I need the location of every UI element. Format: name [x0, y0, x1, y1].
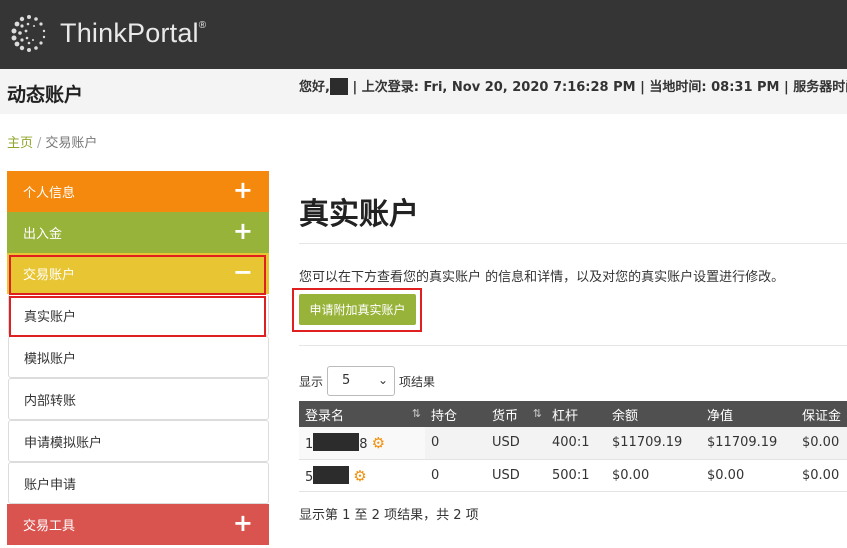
margin-cell: $0.00 [796, 459, 847, 492]
page-heading: 动态账户 [7, 84, 84, 106]
results-label: 项结果 [399, 374, 436, 389]
balance-cell: $0.00 [606, 459, 701, 492]
breadcrumb-home-link[interactable]: 主页 [7, 136, 33, 151]
brand-logo-icon [11, 15, 46, 52]
column-header-positions[interactable]: 持仓 [425, 401, 486, 427]
last-login-label: | 上次登录: [352, 80, 419, 95]
leverage-cell: 400:1 [546, 427, 606, 460]
brand-name: ThinkPortal® [60, 17, 207, 48]
sidebar-nav: 个人信息 + 出入金 + 交易账户 − 真实账户 模拟账户 内部转账 申请模拟账… [7, 171, 269, 545]
currency-cell: USD [486, 459, 546, 492]
accounts-table: 登录名 ⇅ 持仓 货币 ⇅ 杠杆 余额 净值 保证金 1 8 ⚙ 0 USD 400:1… [299, 401, 847, 492]
gear-icon[interactable]: ⚙ [372, 434, 385, 452]
sidebar-section-personal-info[interactable]: 个人信息 + [7, 171, 269, 212]
sidebar-item-label: 申请模拟账户 [24, 435, 103, 451]
sidebar-item-internal-transfer[interactable]: 内部转账 [8, 378, 269, 420]
sidebar-item-label: 账户申请 [24, 477, 77, 493]
local-time-label: | 当地时间: [640, 80, 707, 95]
login-cell: 1 8 ⚙ [299, 427, 425, 460]
page-description: 您可以在下方查看您的真实账户 的信息和详情，以及对您的真实账户设置进行修改。 [299, 270, 785, 285]
login-prefix: 1 [305, 437, 314, 453]
redacted-login [313, 433, 360, 452]
local-time-value: 08:31 PM [711, 80, 780, 95]
table-row: 5 ⚙ 0 USD 500:1 $0.00 $0.00 $0.00 [299, 459, 847, 492]
sidebar-item-label: 模拟账户 [24, 351, 77, 367]
divider [299, 243, 847, 244]
sidebar-section-trading-tools[interactable]: 交易工具 + [7, 504, 269, 545]
sidebar-section-deposit-withdraw[interactable]: 出入金 + [7, 212, 269, 253]
login-prefix: 5 [305, 469, 314, 485]
margin-cell: $0.00 [796, 427, 847, 460]
breadcrumb: 主页 / 交易账户 [7, 132, 97, 151]
expand-plus-icon[interactable]: + [233, 510, 253, 536]
column-header-margin[interactable]: 保证金 [796, 401, 847, 427]
page-size-select[interactable]: 5 ⌄ [327, 366, 396, 396]
sort-icon[interactable]: ⇅ [533, 407, 542, 420]
highlight-box-trading-accounts [9, 255, 266, 295]
apply-live-account-button[interactable]: 申请附加真实账户 [299, 294, 416, 325]
login-suffix: 8 [359, 437, 368, 453]
chevron-down-icon: ⌄ [377, 373, 389, 387]
redacted-login [313, 465, 350, 484]
show-label: 显示 [299, 374, 324, 389]
sidebar-item-label: 内部转账 [24, 393, 77, 409]
column-header-equity[interactable]: 净值 [701, 401, 796, 427]
currency-cell: USD [486, 427, 546, 460]
gear-icon[interactable]: ⚙ [353, 467, 366, 485]
brand-logo[interactable]: ThinkPortal® [8, 10, 206, 56]
sidebar-section-label: 交易工具 [23, 519, 76, 534]
column-header-leverage[interactable]: 杠杆 [546, 401, 606, 427]
breadcrumb-current: 交易账户 [45, 136, 98, 151]
positions-cell: 0 [425, 427, 486, 460]
column-header-currency[interactable]: 货币 ⇅ [486, 401, 546, 427]
server-time-label: | 服务器时间: [784, 80, 847, 95]
session-info: 您好, | 上次登录: Fri, Nov 20, 2020 7:16:28 PM… [299, 78, 847, 97]
column-header-login[interactable]: 登录名 ⇅ [299, 401, 425, 427]
expand-plus-icon[interactable]: + [233, 177, 253, 203]
sidebar-item-apply-demo-account[interactable]: 申请模拟账户 [8, 420, 269, 462]
equity-cell: $11709.19 [701, 427, 796, 460]
balance-cell: $11709.19 [606, 427, 701, 460]
top-header: ThinkPortal® [0, 0, 847, 69]
greeting-text: 您好, [299, 80, 330, 95]
table-footer-info: 显示第 1 至 2 项结果，共 2 项 [299, 508, 479, 523]
redacted-username [329, 78, 348, 95]
last-login-value: Fri, Nov 20, 2020 7:16:28 PM [423, 80, 636, 95]
sidebar-item-account-application[interactable]: 账户申请 [8, 462, 269, 504]
page-title: 真实账户 [299, 197, 419, 232]
page-size-control: 显示 5 ⌄ 项结果 [299, 366, 435, 396]
positions-cell: 0 [425, 459, 486, 492]
sidebar-section-label: 出入金 [23, 227, 63, 242]
sub-header: 动态账户 您好, | 上次登录: Fri, Nov 20, 2020 7:16:… [0, 69, 847, 114]
sort-icon[interactable]: ⇅ [412, 407, 421, 420]
table-row: 1 8 ⚙ 0 USD 400:1 $11709.19 $11709.19 $0.0… [299, 427, 847, 460]
expand-plus-icon[interactable]: + [233, 218, 253, 244]
breadcrumb-separator: / [37, 136, 42, 151]
leverage-cell: 500:1 [546, 459, 606, 492]
sidebar-section-label: 个人信息 [23, 186, 76, 201]
table-header-row: 登录名 ⇅ 持仓 货币 ⇅ 杠杆 余额 净值 保证金 [299, 401, 847, 427]
highlight-box-live-accounts [9, 296, 266, 337]
divider [299, 345, 847, 346]
column-header-balance[interactable]: 余额 [606, 401, 701, 427]
page-size-value: 5 [342, 373, 351, 388]
login-cell: 5 ⚙ [299, 459, 425, 492]
sidebar-item-demo-accounts[interactable]: 模拟账户 [8, 336, 269, 378]
equity-cell: $0.00 [701, 459, 796, 492]
